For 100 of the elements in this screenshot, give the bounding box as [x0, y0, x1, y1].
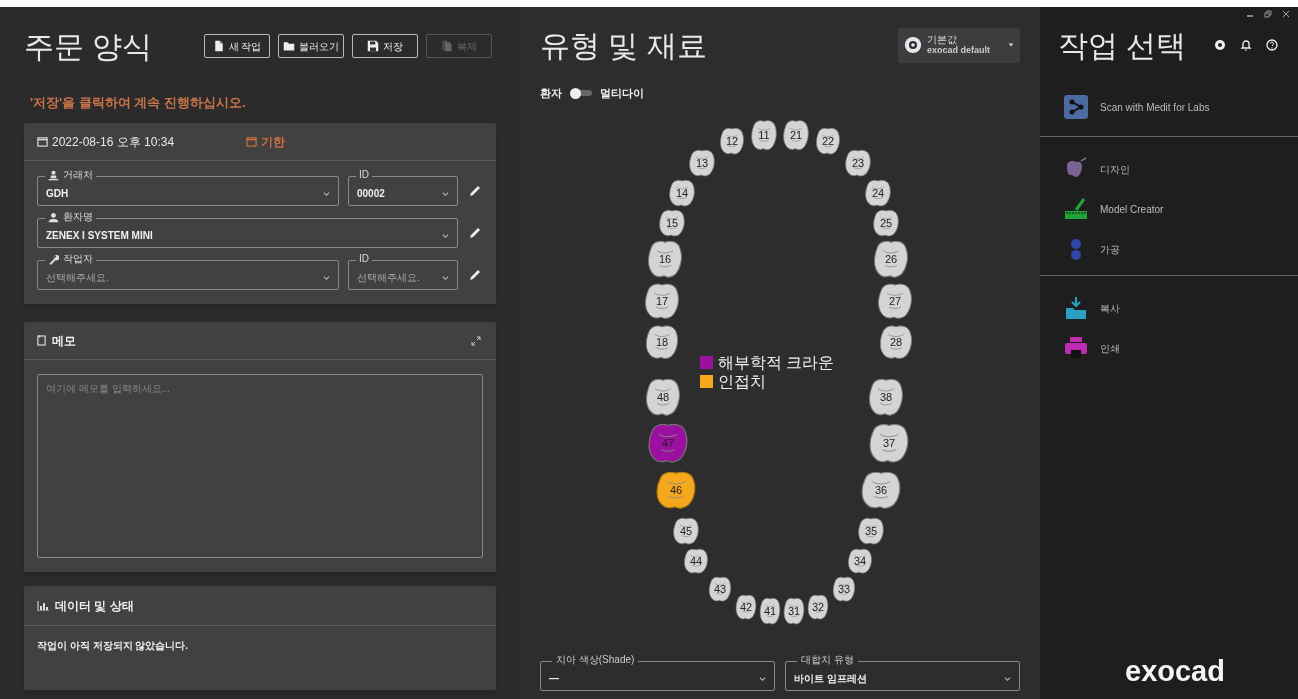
- help-button[interactable]: [1266, 39, 1279, 51]
- copy-icon: [441, 40, 453, 52]
- tooth[interactable]: 41: [758, 596, 782, 626]
- edit-button[interactable]: [467, 225, 483, 241]
- toolbar-button[interactable]: 새 작업: [204, 34, 270, 58]
- chevron-down-icon: [1004, 674, 1011, 682]
- tooth[interactable]: 12: [718, 126, 746, 156]
- preset-label: 기본값: [927, 35, 957, 45]
- toggle-label: 환자: [540, 85, 562, 101]
- tooth[interactable]: 22: [814, 126, 842, 156]
- help-icon: [1266, 39, 1279, 51]
- mode-switch[interactable]: [570, 87, 592, 99]
- model-icon: [1064, 197, 1088, 221]
- field-label: 치아 색상(Shade): [552, 653, 639, 667]
- tooth[interactable]: 13: [687, 148, 717, 178]
- date-text: 2022-08-16 오후 10:34: [52, 133, 176, 151]
- task-item[interactable]: 복사: [1064, 288, 1274, 328]
- section-title: 작업 선택: [1058, 27, 1187, 64]
- pencil-icon: [468, 268, 482, 282]
- task-item[interactable]: Scan with Medit for Labs: [1064, 87, 1274, 127]
- memo-field[interactable]: 여기에 메모를 입력하세요...: [37, 374, 483, 558]
- tooth[interactable]: 45: [671, 516, 701, 546]
- share-icon: [1064, 95, 1088, 119]
- person-icon: [48, 211, 59, 223]
- chevron-down-icon: [442, 273, 449, 281]
- settings-icon: [1214, 39, 1227, 51]
- field-label: ID: [359, 252, 369, 266]
- pencil-icon: [468, 184, 482, 198]
- settings-button[interactable]: [1214, 39, 1227, 51]
- legend-label: 인접치: [718, 371, 766, 392]
- folder-icon: [283, 40, 295, 52]
- expand-button[interactable]: [471, 334, 483, 347]
- chevron-down-icon: [323, 273, 330, 281]
- tooth[interactable]: 42: [734, 593, 758, 621]
- toolbar-button[interactable]: 불러오기: [278, 34, 344, 58]
- tooth[interactable]: 31: [782, 596, 806, 626]
- preset-value: exocad default: [927, 45, 991, 55]
- bar-chart-icon: [37, 600, 49, 611]
- section-title: 유형 및 재료: [540, 27, 707, 64]
- person-desk-icon: [48, 169, 59, 181]
- tooth[interactable]: 33: [831, 575, 857, 603]
- restore-icon: [1264, 10, 1272, 18]
- notepad-icon: [37, 335, 46, 346]
- bell-icon: [1240, 39, 1253, 51]
- edit-button[interactable]: [467, 183, 483, 199]
- status-message: 작업이 아직 저장되지 않았습니다.: [36, 639, 190, 653]
- tooth[interactable]: 43: [707, 575, 733, 603]
- tooth[interactable]: 26: [871, 238, 911, 280]
- toolbar-button[interactable]: 저장: [352, 34, 418, 58]
- field-label: 대합치 유형: [797, 653, 858, 667]
- expand-icon: [471, 335, 481, 346]
- tooth[interactable]: 14: [667, 178, 697, 208]
- file-icon: [212, 40, 225, 52]
- save-icon: [367, 40, 379, 52]
- tooth[interactable]: 11: [749, 118, 779, 152]
- wrench-icon: [48, 253, 59, 265]
- tooth[interactable]: 25: [871, 208, 901, 238]
- edit-button[interactable]: [467, 267, 483, 283]
- calendar-icon: [37, 136, 48, 147]
- memo-title: 메모: [52, 332, 77, 350]
- chevron-down-icon: [442, 189, 449, 197]
- preset-dropdown[interactable]: 기본값 exocad default: [898, 27, 1020, 63]
- task-item[interactable]: 디자인: [1064, 149, 1274, 189]
- tooth[interactable]: 28: [877, 323, 915, 361]
- printer-icon: [1064, 336, 1088, 360]
- tooth[interactable]: 35: [856, 516, 886, 546]
- tooth[interactable]: 38: [866, 376, 906, 418]
- legend-label: 해부학적 크라운: [718, 352, 835, 373]
- chevron-down-icon: [759, 674, 766, 682]
- restore-button[interactable]: [1264, 10, 1272, 18]
- notice-text: '저장'을 클릭하여 계속 진행하십시오.: [29, 94, 247, 113]
- task-item[interactable]: 가공: [1064, 229, 1274, 269]
- tooth[interactable]: 23: [843, 148, 873, 178]
- close-button[interactable]: [1282, 10, 1290, 18]
- pencil-icon: [468, 226, 482, 240]
- caret-down-icon: [1008, 42, 1014, 48]
- tooth[interactable]: 15: [657, 208, 687, 238]
- tooth[interactable]: 44: [682, 547, 710, 575]
- tooth[interactable]: 17: [642, 281, 682, 321]
- task-item[interactable]: 인쇄: [1064, 328, 1274, 368]
- tooth[interactable]: 32: [806, 593, 830, 621]
- task-item[interactable]: Model Creator: [1064, 189, 1274, 229]
- notifications-button[interactable]: [1240, 39, 1253, 51]
- status-title: 데이터 및 상태: [55, 597, 134, 615]
- field-label: ID: [359, 168, 369, 182]
- tooth[interactable]: 24: [863, 178, 893, 208]
- download-folder-icon: [1064, 296, 1088, 320]
- close-icon: [1282, 10, 1290, 18]
- toggle-label: 멀티다이: [600, 85, 644, 101]
- calendar-icon: [246, 136, 257, 147]
- tooth[interactable]: 27: [875, 281, 915, 321]
- exocad-logo: exocad: [1124, 653, 1225, 689]
- chevron-down-icon: [323, 189, 330, 197]
- tooth[interactable]: 16: [645, 238, 685, 280]
- tooth[interactable]: 21: [781, 118, 811, 152]
- page-title: 주문 양식: [24, 28, 154, 65]
- chevron-down-icon: [442, 231, 449, 239]
- tooth[interactable]: 34: [846, 547, 874, 575]
- tooth[interactable]: 48: [643, 376, 683, 418]
- tooth[interactable]: 18: [643, 323, 681, 361]
